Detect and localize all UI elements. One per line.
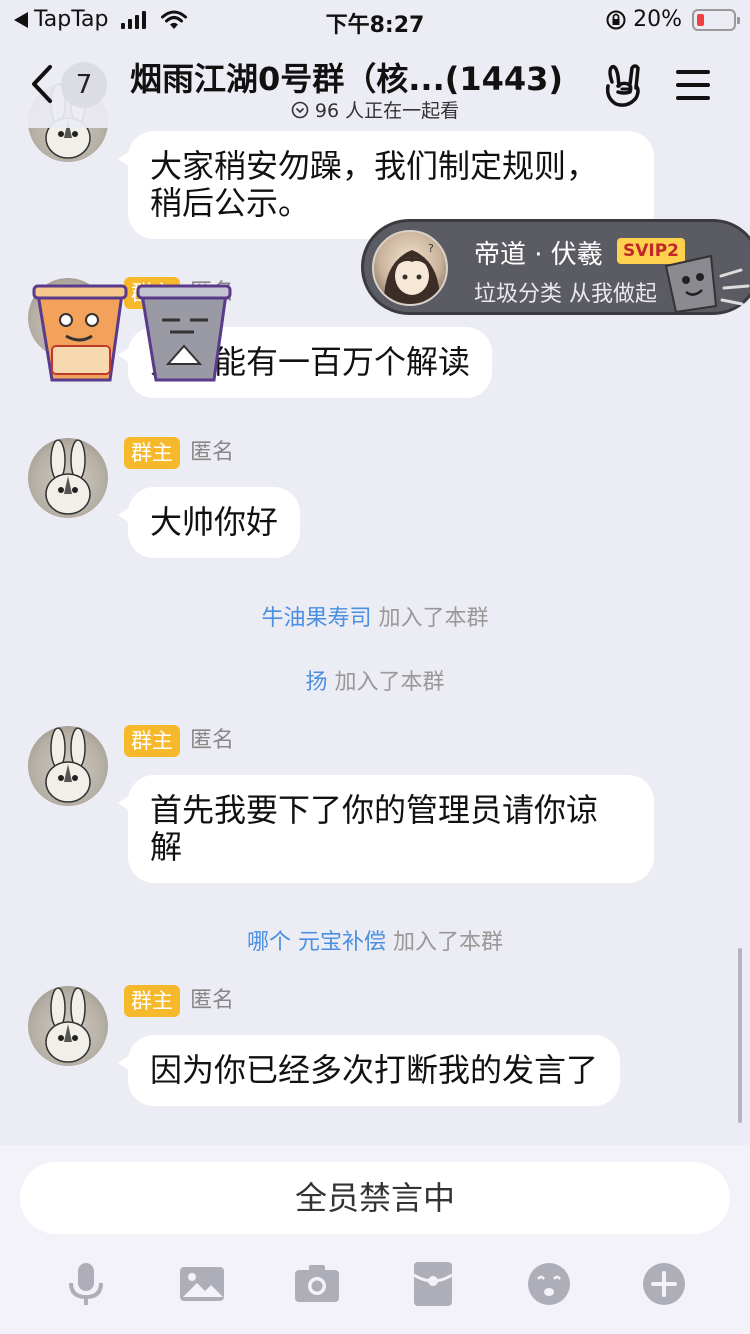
status-right: 20% bbox=[605, 7, 740, 32]
group-title[interactable]: 烟雨江湖0号群（核...(1443) bbox=[130, 54, 600, 100]
message-bubble[interactable]: 大帅你好 bbox=[117, 487, 301, 558]
owner-badge: 群主 bbox=[124, 985, 180, 1017]
system-action: 加入了本群 bbox=[392, 930, 503, 955]
system-message: 扬 加入了本群 bbox=[0, 664, 750, 696]
plus-icon[interactable] bbox=[641, 1261, 687, 1307]
chat-header: 7 烟雨江湖0号群（核...(1443) 96 人正在一起看 bbox=[0, 42, 750, 128]
vip-avatar[interactable]: ? bbox=[372, 230, 448, 306]
trash-cups-sticker-icon bbox=[32, 284, 232, 382]
joined-user-nick[interactable]: 牛油果寿司 bbox=[261, 606, 371, 631]
vip-slogan: 垃圾分类 从我做起 bbox=[474, 282, 657, 307]
avatar[interactable] bbox=[28, 726, 108, 806]
sender-name[interactable]: 匿名 bbox=[190, 725, 234, 757]
bunny-avatar-icon bbox=[45, 727, 91, 803]
message-bubble[interactable]: 因为你已经多次打断我的发言了 bbox=[117, 1035, 621, 1106]
emoji-icon[interactable] bbox=[526, 1261, 572, 1307]
red-packet-icon[interactable] bbox=[410, 1261, 456, 1307]
sender-name[interactable]: 匿名 bbox=[190, 985, 234, 1017]
svg-text:?: ? bbox=[428, 242, 434, 255]
message-line: 稍后公示。 bbox=[150, 184, 311, 222]
system-action: 加入了本群 bbox=[378, 606, 489, 631]
camera-icon[interactable] bbox=[294, 1261, 340, 1307]
menu-icon[interactable] bbox=[676, 70, 710, 109]
rock-hand-icon[interactable] bbox=[602, 62, 646, 108]
input-panel: 全员禁言中 bbox=[0, 1145, 750, 1334]
sender-name[interactable]: 匿名 bbox=[190, 437, 234, 469]
trash-bin-sticker-icon bbox=[664, 254, 750, 314]
orientation-lock-icon bbox=[606, 10, 626, 29]
bunny-avatar-icon bbox=[45, 439, 91, 515]
status-bar: TapTap 下午8:27 20% bbox=[0, 0, 750, 42]
anime-girl-avatar-icon: ? bbox=[383, 242, 441, 304]
bunny-avatar-icon bbox=[45, 987, 91, 1063]
system-message: 牛油果寿司 加入了本群 bbox=[0, 600, 750, 632]
microphone-icon[interactable] bbox=[63, 1261, 109, 1307]
joined-user-nick[interactable]: 扬 bbox=[305, 670, 327, 695]
avatar[interactable] bbox=[28, 986, 108, 1066]
message-line: 大帅你好 bbox=[150, 503, 279, 541]
battery-icon bbox=[692, 8, 740, 31]
watching-text: 96 人正在一起看 bbox=[314, 100, 460, 122]
message-line: 因为你已经多次打断我的发言了 bbox=[150, 1051, 599, 1089]
owner-badge: 群主 bbox=[124, 437, 180, 469]
message-line: 首先我要下了你的管理员请你谅 bbox=[150, 791, 599, 829]
message-line: 解 bbox=[150, 828, 183, 866]
message-line: 大家稍安勿躁，我们制定规则， bbox=[150, 147, 599, 185]
joined-user-nick[interactable]: 哪个 元宝补偿 bbox=[247, 930, 386, 955]
avatar[interactable] bbox=[28, 438, 108, 518]
system-message: 哪个 元宝补偿 加入了本群 bbox=[0, 924, 750, 956]
all-muted-bar: 全员禁言中 bbox=[20, 1162, 730, 1234]
image-icon[interactable] bbox=[179, 1261, 225, 1307]
message-bubble[interactable]: 首先我要下了你的管理员请你谅 解 bbox=[118, 775, 654, 883]
chevron-down-circle-icon bbox=[291, 101, 309, 118]
system-action: 加入了本群 bbox=[334, 670, 445, 695]
owner-badge: 群主 bbox=[124, 725, 180, 757]
chat-scrollbar[interactable] bbox=[738, 948, 742, 1123]
vip-name: 帝道 · 伏羲 bbox=[474, 240, 603, 270]
battery-percent: 20% bbox=[633, 7, 682, 32]
vip-entry-card[interactable]: ? 帝道 · 伏羲 SVIP2 垃圾分类 从我做起 bbox=[361, 219, 750, 315]
